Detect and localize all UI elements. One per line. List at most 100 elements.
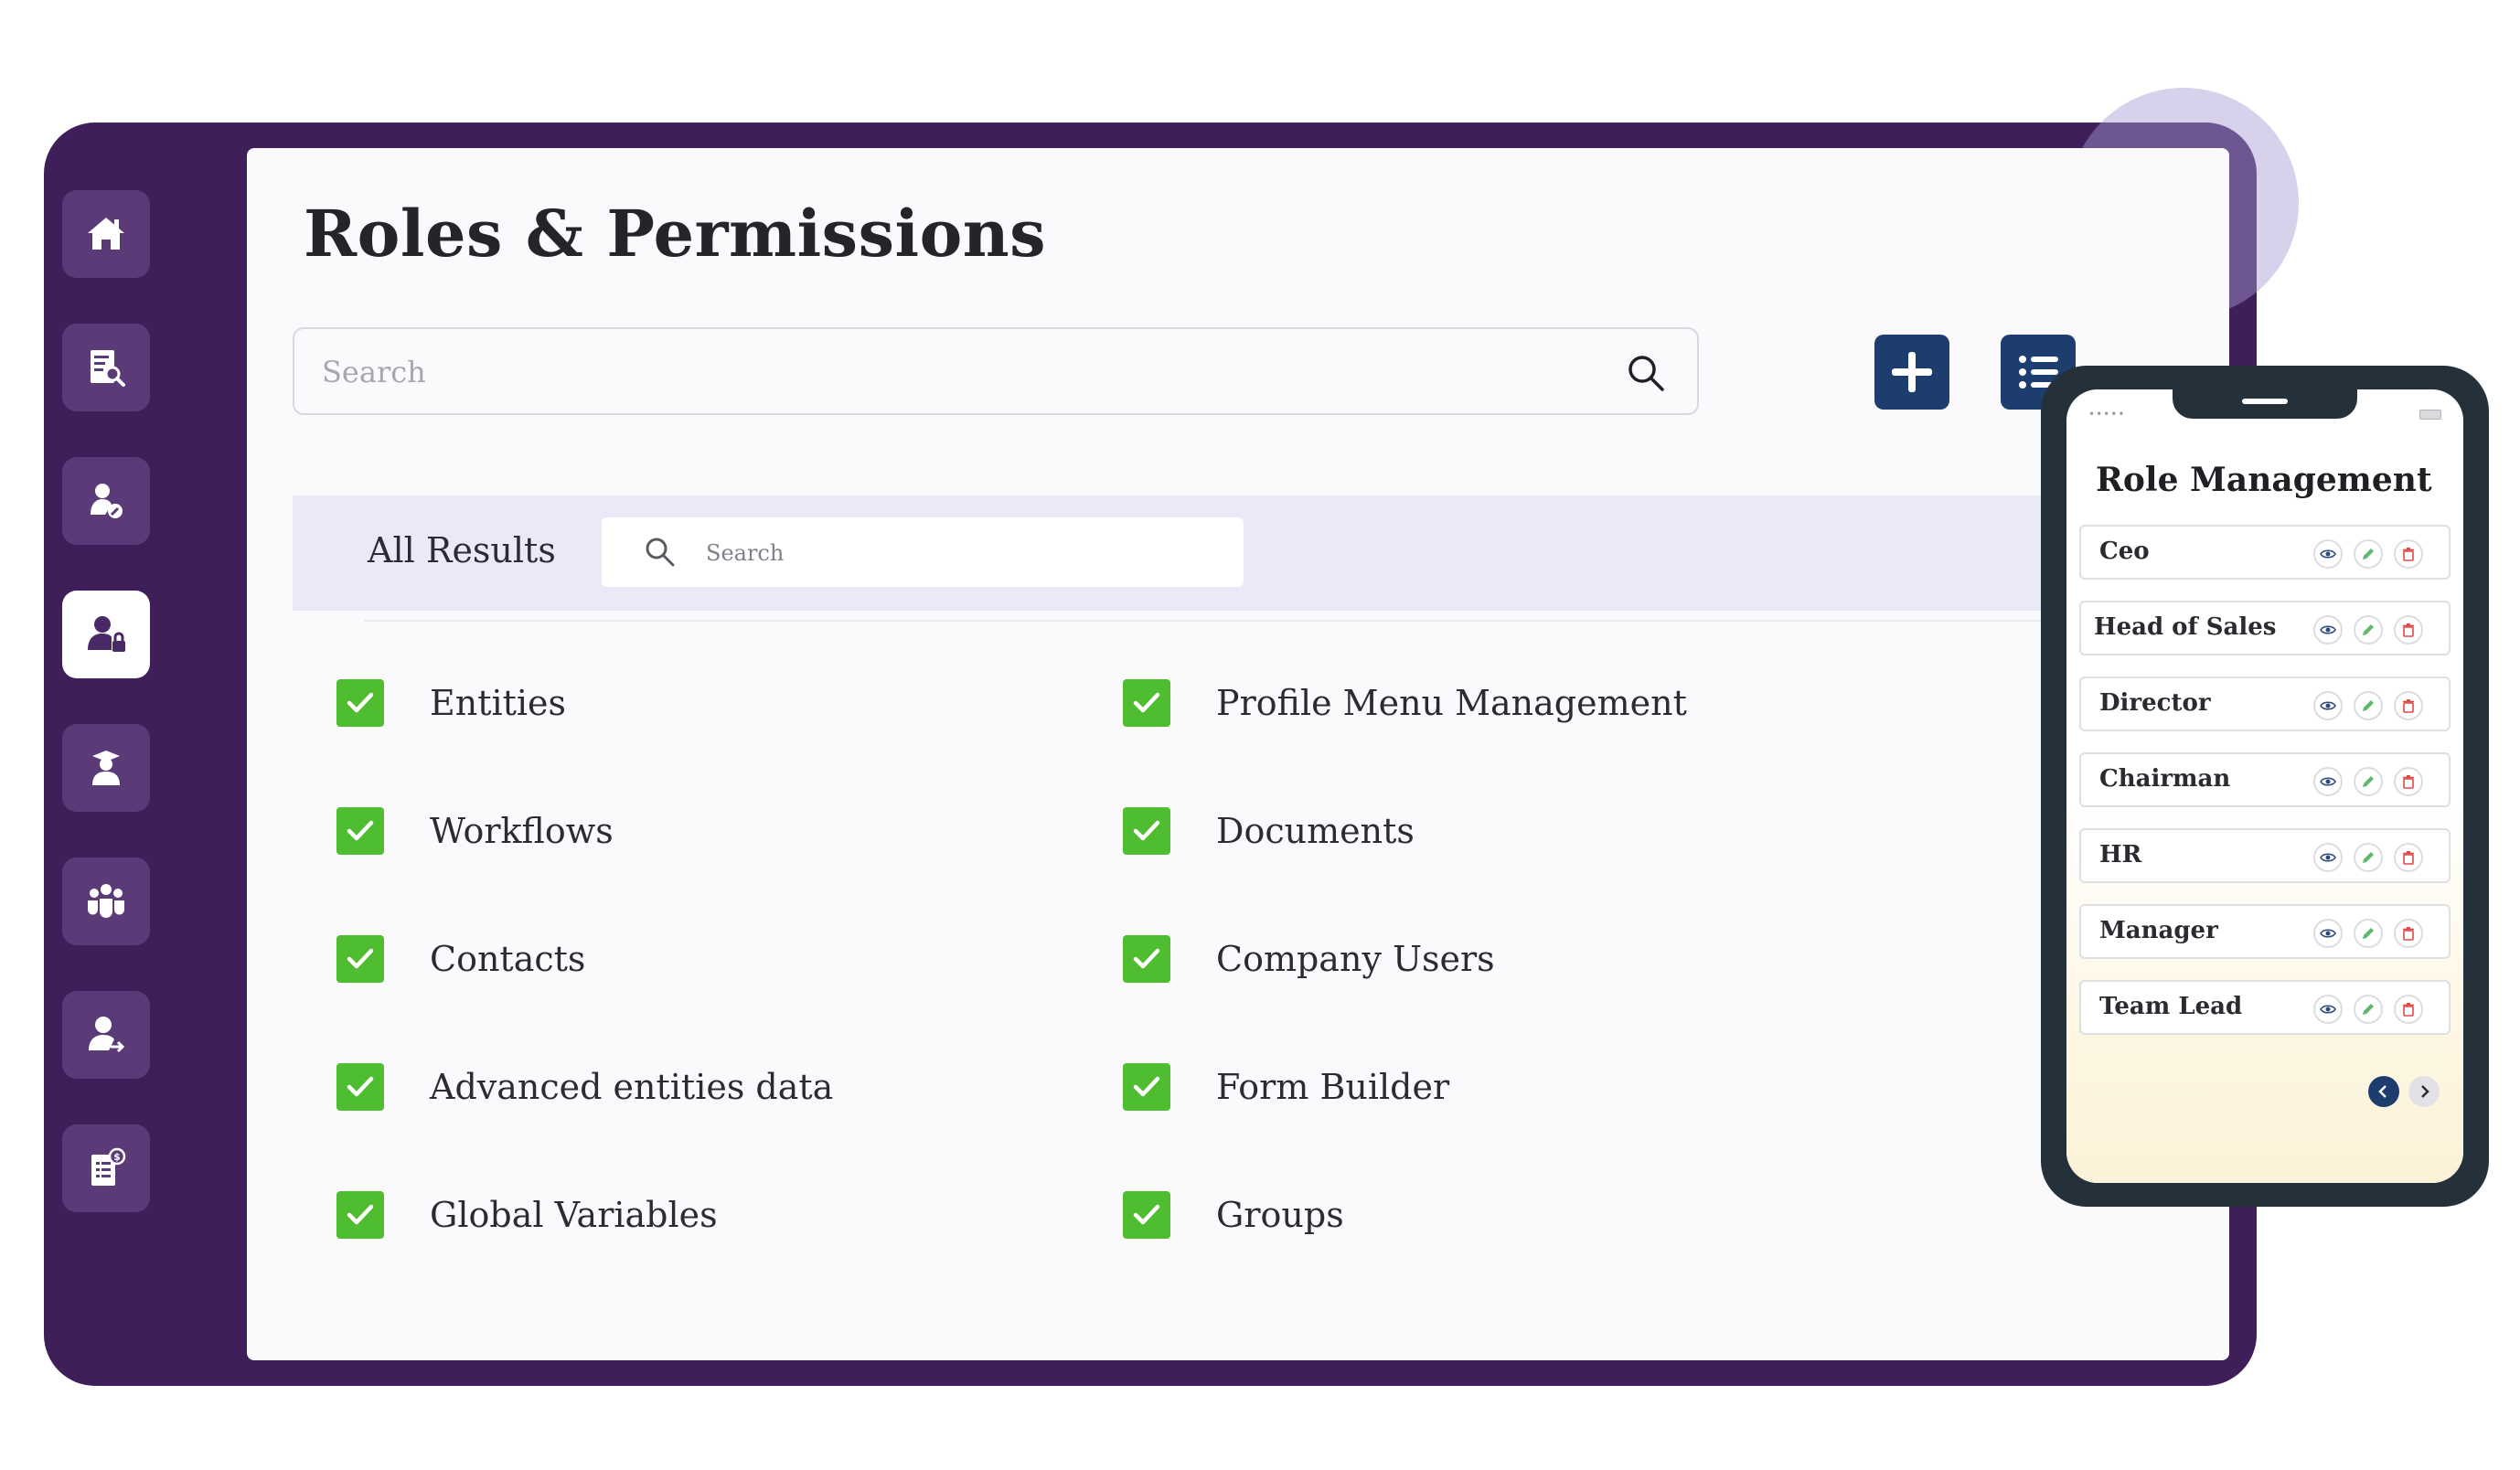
- permission-item[interactable]: Workflows: [336, 806, 614, 856]
- permission-item[interactable]: Company Users: [1123, 934, 1495, 984]
- search-bar: [293, 327, 1699, 415]
- role-row[interactable]: HR: [2079, 828, 2451, 883]
- invoice-dollar-icon: $: [91, 1147, 126, 1186]
- checkbox[interactable]: [336, 935, 384, 983]
- view-icon[interactable]: [2313, 843, 2343, 872]
- permission-item[interactable]: Groups: [1123, 1190, 1344, 1240]
- prev-page-button[interactable]: [2368, 1076, 2399, 1107]
- permission-label: Global Variables: [430, 1195, 718, 1235]
- search-icon[interactable]: [1626, 353, 1666, 393]
- check-icon: [347, 948, 374, 969]
- view-icon[interactable]: [2313, 767, 2343, 796]
- user-edit-icon: [91, 484, 123, 518]
- permission-item[interactable]: Global Variables: [336, 1190, 718, 1240]
- checkbox[interactable]: [336, 1191, 384, 1239]
- permission-label: Profile Menu Management: [1216, 683, 1687, 723]
- search-icon: [646, 538, 675, 567]
- plus-icon: [1892, 352, 1932, 392]
- edit-icon[interactable]: [2354, 615, 2383, 644]
- edit-icon[interactable]: [2354, 995, 2383, 1024]
- checkbox[interactable]: [1123, 679, 1170, 727]
- edit-icon[interactable]: [2354, 767, 2383, 796]
- delete-icon[interactable]: [2394, 691, 2423, 720]
- view-icon[interactable]: [2313, 615, 2343, 644]
- permission-item[interactable]: Advanced entities data: [336, 1062, 833, 1112]
- edit-icon[interactable]: [2354, 691, 2383, 720]
- view-icon[interactable]: [2313, 691, 2343, 720]
- delete-icon[interactable]: [2394, 767, 2423, 796]
- sidebar-item-home[interactable]: [62, 190, 150, 278]
- delete-icon[interactable]: [2394, 919, 2423, 948]
- document-search-icon: [91, 350, 125, 387]
- delete-icon[interactable]: [2394, 615, 2423, 644]
- checkbox[interactable]: [336, 679, 384, 727]
- view-icon[interactable]: [2313, 919, 2343, 948]
- divider: [364, 620, 2229, 622]
- add-button[interactable]: [1874, 335, 1949, 410]
- check-icon: [1133, 1076, 1160, 1097]
- svg-text:$: $: [113, 1151, 121, 1163]
- phone-mockup: ••••• Role Management Ceo Head of Sales Di…: [2041, 366, 2489, 1207]
- sidebar-item-user-transfer[interactable]: [62, 991, 150, 1079]
- view-icon[interactable]: [2313, 995, 2343, 1024]
- permission-item[interactable]: Documents: [1123, 806, 1415, 856]
- results-bar: All Results: [293, 495, 2213, 611]
- check-icon: [347, 1204, 374, 1225]
- view-icon[interactable]: [2313, 539, 2343, 569]
- role-name: Team Lead: [2099, 993, 2243, 1020]
- role-row[interactable]: Chairman: [2079, 752, 2451, 807]
- role-row[interactable]: Ceo: [2079, 525, 2451, 580]
- permission-item[interactable]: Contacts: [336, 934, 585, 984]
- results-search-input[interactable]: [704, 517, 1220, 589]
- checkbox[interactable]: [1123, 807, 1170, 855]
- check-icon: [347, 692, 374, 713]
- sidebar-item-user-settings[interactable]: [62, 457, 150, 545]
- permission-label: Entities: [430, 683, 567, 723]
- role-row[interactable]: Head of Sales: [2079, 601, 2451, 655]
- user-arrow-icon: [89, 1017, 125, 1053]
- role-row[interactable]: Director: [2079, 676, 2451, 731]
- role-name: Chairman: [2099, 765, 2231, 793]
- sidebar-item-document-search[interactable]: [62, 324, 150, 411]
- edit-icon[interactable]: [2354, 919, 2383, 948]
- permission-item[interactable]: Entities: [336, 678, 566, 728]
- role-name: Head of Sales: [2094, 613, 2277, 641]
- role-name: HR: [2099, 841, 2142, 868]
- delete-icon[interactable]: [2394, 843, 2423, 872]
- checkbox[interactable]: [1123, 1191, 1170, 1239]
- permission-label: Contacts: [430, 939, 586, 979]
- checkbox[interactable]: [336, 1063, 384, 1111]
- role-name: Manager: [2099, 917, 2218, 944]
- sidebar-item-graduate[interactable]: [62, 724, 150, 812]
- check-icon: [1133, 820, 1160, 841]
- next-page-button[interactable]: [2408, 1076, 2440, 1107]
- results-label: All Results: [368, 530, 556, 570]
- delete-icon[interactable]: [2394, 995, 2423, 1024]
- team-icon: [88, 884, 124, 918]
- sidebar-item-team[interactable]: [62, 858, 150, 945]
- page-title: Roles & Permissions: [304, 196, 1047, 272]
- sidebar-item-billing[interactable]: $: [62, 1124, 150, 1212]
- permission-item[interactable]: Profile Menu Management: [1123, 678, 1687, 728]
- chevron-right-icon: [2421, 1085, 2429, 1098]
- check-icon: [1133, 692, 1160, 713]
- signal-icon: •••••: [2088, 408, 2126, 421]
- permission-item[interactable]: Form Builder: [1123, 1062, 1449, 1112]
- permission-label: Form Builder: [1216, 1067, 1450, 1107]
- checkbox[interactable]: [336, 807, 384, 855]
- role-row[interactable]: Team Lead: [2079, 980, 2451, 1035]
- sidebar-item-user-permissions[interactable]: [62, 591, 150, 678]
- role-row[interactable]: Manager: [2079, 904, 2451, 959]
- check-icon: [347, 1076, 374, 1097]
- phone-notch: [2173, 389, 2357, 419]
- graduate-icon: [92, 751, 120, 785]
- home-icon: [88, 218, 124, 250]
- delete-icon[interactable]: [2394, 539, 2423, 569]
- results-search: [602, 517, 1244, 589]
- checkbox[interactable]: [1123, 1063, 1170, 1111]
- permission-label: Company Users: [1216, 939, 1495, 979]
- edit-icon[interactable]: [2354, 843, 2383, 872]
- search-input[interactable]: [320, 329, 1567, 415]
- checkbox[interactable]: [1123, 935, 1170, 983]
- edit-icon[interactable]: [2354, 539, 2383, 569]
